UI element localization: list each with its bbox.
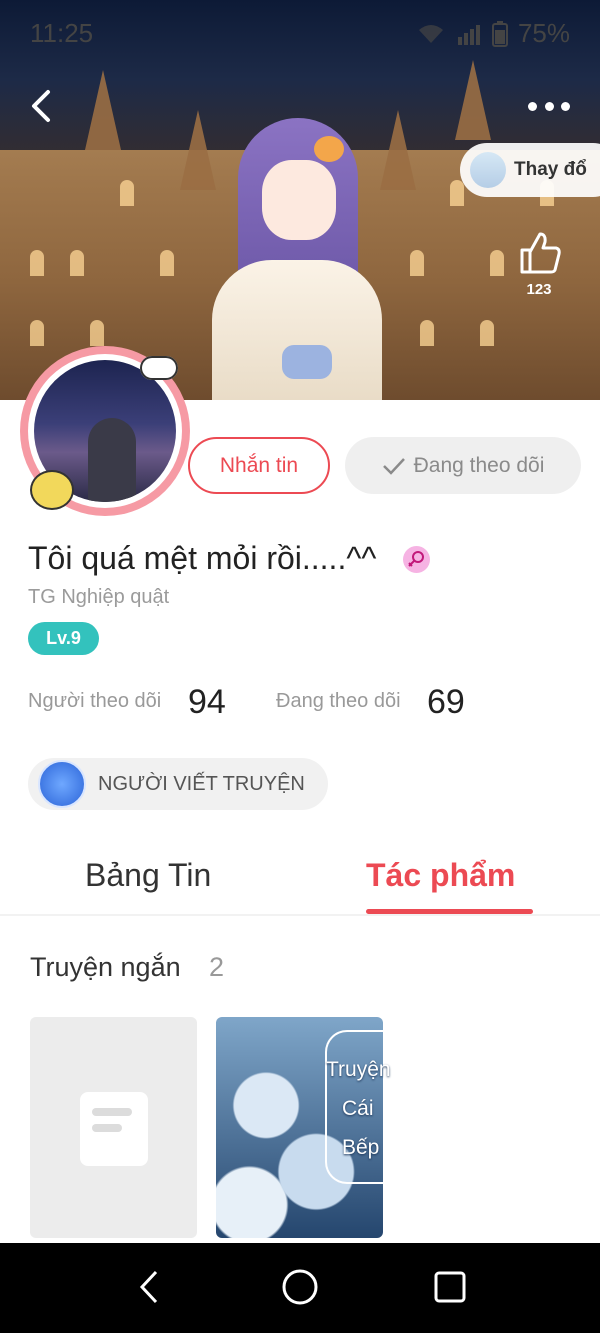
window: [480, 320, 494, 346]
level-badge: Lv.9: [28, 622, 99, 655]
role-badge: NGƯỜI VIẾT TRUYỆN: [28, 758, 328, 810]
character-bow: [282, 345, 332, 379]
building-spire: [180, 110, 216, 190]
followers-count[interactable]: 94: [188, 683, 226, 722]
more-dots-icon: [528, 101, 537, 111]
change-background-button[interactable]: Thay đổ: [460, 143, 600, 197]
section-title: Truyện ngắn: [30, 952, 181, 982]
document-icon: [80, 1092, 148, 1166]
cover-title-line: Cái: [342, 1097, 374, 1120]
status-time: 11:25: [30, 18, 94, 48]
doc-line: [92, 1108, 132, 1116]
section-count: 2: [209, 952, 225, 982]
following-count[interactable]: 69: [427, 683, 465, 722]
profile-name: Tôi quá mệt mỏi rồi.....^^: [28, 540, 377, 576]
battery-icon: [491, 20, 508, 47]
nav-home-button[interactable]: [277, 1264, 323, 1310]
avatar-figure: [88, 418, 136, 502]
window: [120, 180, 134, 206]
profile-title: TG Nghiệp quật: [28, 586, 170, 608]
doc-line: [92, 1124, 122, 1132]
building-spire: [455, 60, 491, 140]
window: [30, 250, 44, 276]
back-arrow-icon: [32, 90, 50, 122]
like-count: 123: [526, 281, 552, 298]
more-options-button[interactable]: [528, 96, 570, 116]
dot: [561, 101, 570, 111]
window: [90, 320, 104, 346]
following-label[interactable]: Đang theo dõi: [276, 690, 401, 713]
tab-works[interactable]: Tác phẩm: [366, 857, 515, 894]
nav-recents-button[interactable]: [427, 1264, 473, 1310]
window: [160, 250, 174, 276]
female-symbol-icon: [408, 551, 424, 567]
cover-title-line: Bếp: [342, 1136, 380, 1159]
window: [450, 180, 464, 206]
check-icon: [382, 457, 405, 475]
character-face: [262, 160, 336, 240]
window: [490, 250, 504, 276]
building-spire: [85, 70, 121, 150]
window: [410, 250, 424, 276]
smiley-sticker-icon: [30, 470, 74, 510]
following-button[interactable]: Đang theo dõi: [345, 437, 581, 494]
dot: [544, 101, 554, 111]
nav-back-button[interactable]: [126, 1264, 172, 1310]
signal-icon: [457, 24, 480, 45]
change-avatar-thumbnail: [470, 152, 506, 188]
role-label: NGƯỜI VIẾT TRUYỆN: [98, 772, 305, 795]
window: [70, 250, 84, 276]
wifi-icon: [418, 24, 443, 43]
pen-nib-icon: [38, 760, 86, 808]
window: [30, 320, 44, 346]
like-button[interactable]: 123: [514, 230, 564, 300]
nav-back-icon: [139, 1270, 158, 1304]
window: [420, 320, 434, 346]
thumbs-up-icon: [520, 232, 561, 274]
character-hair-flower: [314, 136, 344, 162]
tab-feed[interactable]: Bảng Tin: [85, 857, 211, 894]
battery-level: 75%: [517, 18, 570, 48]
back-button[interactable]: [22, 84, 66, 128]
message-button[interactable]: Nhắn tin: [188, 437, 330, 494]
nav-home-icon: [282, 1269, 318, 1305]
story-card-empty[interactable]: [30, 1017, 197, 1238]
change-label: Thay đổ: [514, 159, 587, 180]
character-dress: [212, 260, 382, 400]
nav-recents-icon: [434, 1271, 466, 1303]
following-label: Đang theo dõi: [413, 453, 545, 477]
status-indicators: 75%: [416, 18, 570, 49]
cover-title-line: Truyện: [326, 1058, 391, 1081]
cloud-decoration-icon: [140, 356, 178, 380]
followers-label[interactable]: Người theo dõi: [28, 690, 161, 713]
tab-divider: [0, 914, 600, 916]
building-spire: [380, 110, 416, 190]
gender-icon: [403, 546, 430, 573]
